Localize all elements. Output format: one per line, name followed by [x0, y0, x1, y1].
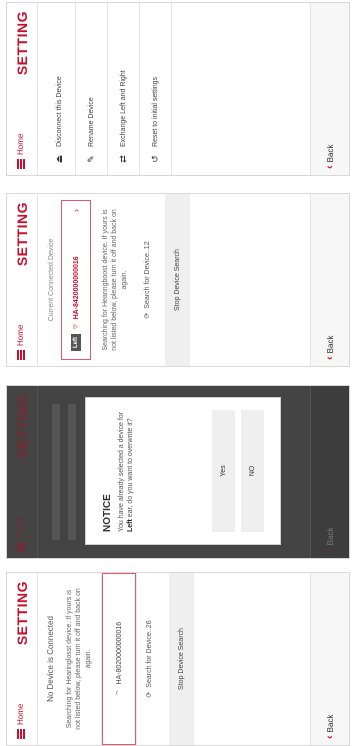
back-label: Back — [325, 335, 335, 354]
home-menu-button[interactable]: Home — [16, 134, 25, 169]
dialog-buttons: Yes NO — [212, 410, 264, 532]
page-title: SETTING — [14, 202, 30, 267]
wifi-icon: ⌔ — [115, 689, 123, 697]
refresh-icon: ⟳ — [146, 691, 154, 698]
menu-item-label: Exchange Left and Right — [120, 70, 127, 147]
stop-search-button[interactable]: Stop Device Search — [165, 194, 191, 366]
footer: ‹ Back — [310, 3, 349, 175]
home-label: Home — [16, 703, 25, 725]
search-label: Search for Device..26 — [145, 620, 153, 688]
reset-icon: ↺ — [150, 155, 160, 163]
back-label: Back — [325, 714, 335, 733]
hamburger-icon — [16, 159, 25, 169]
search-status: ⟳ Search for Device..12 — [137, 194, 157, 366]
home-menu-button[interactable]: Home — [16, 704, 25, 739]
home-label: Home — [16, 516, 25, 538]
device-name: HA-8020000000016 — [115, 621, 123, 685]
chevron-left-icon: ‹ — [324, 548, 336, 552]
chevron-right-icon: › — [71, 209, 81, 212]
setting-screen-connected: Home SETTING Current Connected Device Le… — [6, 193, 350, 367]
search-label: Search for Device..12 — [143, 241, 151, 309]
home-label: Home — [16, 133, 25, 155]
search-instructions: Searching for Hearingboost device. If yo… — [102, 209, 128, 351]
search-instructions: Searching for Hearinglosst device. If yo… — [66, 588, 92, 730]
header: Home SETTING — [7, 3, 38, 175]
eject-icon: ⏏ — [54, 154, 64, 164]
back-button[interactable]: ‹ Back — [324, 336, 336, 360]
menu-item-label: Reset to initial settings — [152, 76, 159, 147]
dialog-message: You have already selected a device for L… — [118, 412, 135, 532]
dimmed-content — [52, 404, 60, 540]
rename-device-item[interactable]: ✎ Rename Device — [76, 3, 108, 175]
page-title: SETTING — [14, 581, 30, 646]
menu-item-label: Disconnect this Device — [56, 76, 63, 147]
footer: ‹ Back — [310, 573, 349, 745]
wifi-icon: ⌔ — [72, 323, 80, 330]
exchange-left-right-item[interactable]: ⇄ Exchange Left and Right — [108, 3, 140, 175]
device-name: HA-8420000000016 — [72, 256, 80, 320]
header: Home SETTING — [7, 194, 38, 366]
footer: ‹ Back — [310, 194, 349, 366]
current-device-label: Current Connected Device — [48, 238, 55, 322]
reset-settings-item[interactable]: ↺ Reset to initial settings — [140, 3, 172, 175]
page-title: SETTING — [14, 11, 30, 76]
back-button[interactable]: ‹ Back — [324, 145, 336, 169]
device-info: Left ⌔ HA-8420000000016 — [71, 256, 81, 351]
hamburger-icon — [16, 350, 25, 360]
connected-device-row[interactable]: Left ⌔ HA-8420000000016 › — [61, 200, 91, 360]
home-menu-button: Home — [16, 517, 25, 552]
dialog-title: NOTICE — [102, 494, 113, 532]
menu-item-label: Rename Device — [88, 97, 95, 147]
home-label: Home — [16, 324, 25, 346]
edit-icon: ✎ — [86, 155, 96, 163]
notice-dialog: NOTICE You have already selected a devic… — [85, 397, 281, 545]
search-status: ⟳ Search for Device..26 — [137, 573, 161, 745]
yes-button[interactable]: Yes — [212, 410, 235, 532]
back-label: Back — [325, 527, 335, 546]
disconnect-device-item[interactable]: ⏏ Disconnect this Device — [44, 3, 76, 175]
setting-screen-device-menu: Home SETTING ⏏ Disconnect this Device ✎ … — [6, 2, 350, 176]
hamburger-icon — [16, 542, 25, 552]
header: Home SETTING — [7, 573, 38, 745]
rotated-canvas: Home SETTING No Device is Connected Sear… — [0, 0, 355, 746]
back-button: ‹ Back — [324, 528, 336, 552]
stop-search-button[interactable]: Stop Device Search — [169, 573, 195, 745]
header: Home SETTING — [7, 386, 38, 558]
page-title: SETTING — [14, 394, 30, 459]
back-button[interactable]: ‹ Back — [324, 715, 336, 739]
chevron-left-icon: ‹ — [324, 165, 336, 169]
chevron-left-icon: ‹ — [324, 356, 336, 360]
device-list-item[interactable]: ⌔ HA-8020000000016 — [102, 573, 137, 745]
dimmed-content — [68, 404, 76, 540]
no-button[interactable]: NO — [241, 410, 264, 532]
home-menu-button[interactable]: Home — [16, 325, 25, 360]
refresh-icon: ⟳ — [144, 312, 152, 319]
ear-badge: Left — [71, 334, 81, 351]
screenshot-stage: Home SETTING No Device is Connected Sear… — [0, 0, 355, 746]
connection-status: No Device is Connected — [46, 616, 55, 702]
hamburger-icon — [16, 729, 25, 739]
footer: ‹ Back — [310, 386, 349, 558]
setting-screen-no-device: Home SETTING No Device is Connected Sear… — [6, 572, 350, 746]
back-label: Back — [325, 144, 335, 163]
chevron-left-icon: ‹ — [324, 735, 336, 739]
setting-screen-notice-dialog: Home SETTING NOTICE You have already sel… — [6, 385, 350, 559]
swap-icon: ⇄ — [118, 155, 128, 163]
